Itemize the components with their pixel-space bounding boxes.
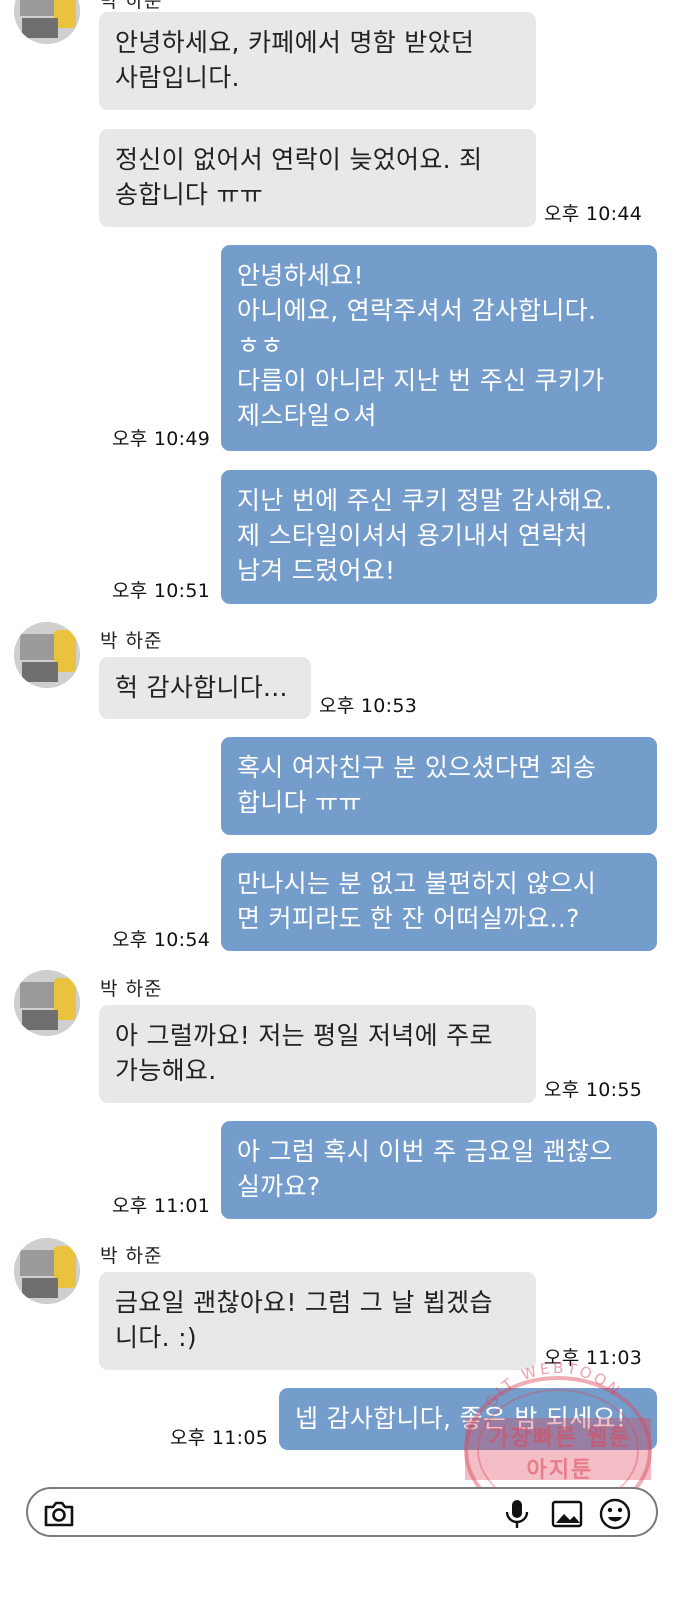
message-input-bar [26, 1487, 658, 1537]
camera-icon[interactable] [42, 1497, 76, 1531]
message-bubble-outgoing[interactable]: 아 그럼 혹시 이번 주 금요일 괜찮으 실까요? [221, 1121, 657, 1219]
contact-avatar[interactable] [14, 1238, 80, 1304]
contact-name: 박 하준 [100, 630, 163, 652]
profile-photo-icon [14, 970, 80, 1036]
message-bubble-outgoing[interactable]: 안녕하세요! 아니에요, 연락주셔서 감사합니다. ㅎㅎ 다름이 아니라 지난 … [221, 245, 657, 451]
profile-photo-icon [14, 0, 80, 44]
message-time: 오후 11:05 [170, 1427, 269, 1449]
message-time: 오후 11:03 [544, 1347, 643, 1369]
message-bubble-outgoing[interactable]: 혹시 여자친구 분 있으셨다면 죄송 합니다 ㅠㅠ [221, 737, 657, 835]
message-time: 오후 11:01 [112, 1195, 211, 1217]
message-bubble-outgoing[interactable]: 만나시는 분 없고 불편하지 않으시 면 커피라도 한 잔 어떠실까요..? [221, 853, 657, 951]
profile-photo-icon [14, 1238, 80, 1304]
message-time: 오후 10:55 [544, 1079, 643, 1101]
contact-avatar[interactable] [14, 622, 80, 688]
message-time: 오후 10:53 [319, 695, 418, 717]
gallery-icon[interactable] [550, 1497, 584, 1531]
message-bubble-incoming[interactable]: 정신이 없어서 연락이 늦었어요. 죄 송합니다 ㅠㅠ [99, 129, 536, 227]
message-bubble-incoming[interactable]: 아 그럴까요! 저는 평일 저녁에 주로 가능해요. [99, 1005, 536, 1103]
microphone-icon[interactable] [500, 1497, 534, 1531]
message-input[interactable] [90, 1497, 514, 1529]
watermark-line2: 아지툰 [526, 1458, 594, 1483]
contact-name: 박 하준 [100, 978, 163, 1000]
message-bubble-incoming[interactable]: 금요일 괜찮아요! 그럼 그 날 뵙겠습 니다. :) [99, 1272, 536, 1370]
contact-avatar[interactable] [14, 0, 80, 44]
message-time: 오후 10:44 [544, 203, 643, 225]
profile-photo-icon [14, 622, 80, 688]
message-bubble-incoming[interactable]: 헉 감사합니다... [99, 657, 311, 719]
message-time: 오후 10:51 [112, 580, 211, 602]
message-bubble-incoming[interactable]: 안녕하세요, 카페에서 명함 받았던 사람입니다. [99, 12, 536, 110]
contact-avatar[interactable] [14, 970, 80, 1036]
watermark-line1: 가장빠른 웹툰 [488, 1426, 632, 1451]
message-bubble-outgoing[interactable]: 지난 번에 주신 쿠키 정말 감사해요. 제 스타일이셔서 용기내서 연락처 남… [221, 470, 657, 604]
message-time: 오후 10:49 [112, 428, 211, 450]
contact-name: 박 하준 [100, 1245, 163, 1267]
message-time: 오후 10:54 [112, 929, 211, 951]
emoji-icon[interactable] [598, 1497, 632, 1531]
